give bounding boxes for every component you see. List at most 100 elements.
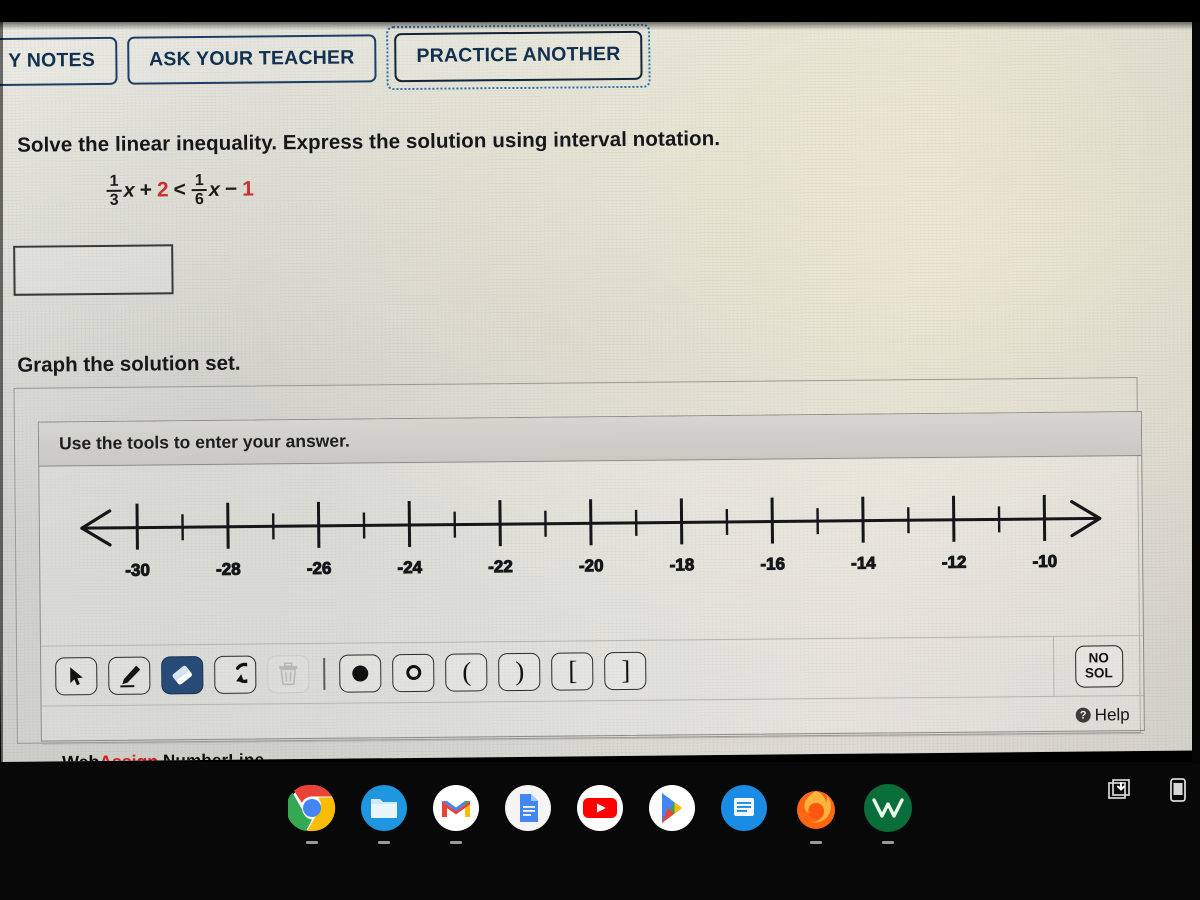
left-parenthesis-icon: (: [462, 656, 471, 687]
youtube-app[interactable]: [575, 783, 625, 833]
numberline-tick-label: -20: [579, 556, 604, 575]
numberline-tick-label: -28: [216, 560, 241, 579]
less-than-operator: <: [173, 178, 186, 202]
numberline-tick-label: -12: [942, 553, 967, 572]
chat-icon: [721, 785, 767, 831]
photo-right-bezel: [1192, 22, 1200, 764]
right-bracket-icon: ]: [621, 654, 630, 686]
gmail-icon: [433, 785, 479, 831]
webassign-logo: WebAssign: [62, 751, 158, 762]
play-store-icon: [649, 785, 695, 831]
numberline-tick-label: -30: [125, 561, 150, 580]
numberline-instruction-text: Use the tools to enter your answer.: [58, 430, 350, 454]
docs-app[interactable]: [503, 783, 553, 833]
ask-your-teacher-button[interactable]: ASK YOUR TEACHER: [126, 33, 377, 85]
numberline-tick-label: -16: [760, 554, 785, 573]
gmail-app[interactable]: [431, 783, 481, 844]
screen-capture-tray-icon[interactable]: [1106, 776, 1134, 804]
shelf-status-tray: [1106, 776, 1192, 804]
variable-x-second: x: [208, 178, 221, 201]
app-running-indicator: [810, 841, 822, 844]
app-running-indicator: [882, 841, 894, 844]
trash-icon: [279, 661, 298, 685]
question-prompt: Solve the linear inequality. Express the…: [17, 127, 721, 157]
left-bracket-icon: [: [568, 655, 577, 686]
app-running-indicator: [306, 841, 318, 844]
undo-arrow-icon: [236, 662, 248, 683]
numberline-tick-label: -24: [397, 558, 422, 577]
files-app[interactable]: [359, 783, 409, 844]
app-running-indicator: [450, 841, 462, 844]
help-link[interactable]: Help: [1095, 705, 1130, 725]
filled-circle-icon: [352, 664, 369, 682]
phone-hub-tray-icon[interactable]: [1164, 776, 1192, 804]
firefox-icon: [797, 791, 835, 829]
closed-dot-tool[interactable]: [339, 653, 382, 693]
chat-app[interactable]: [719, 783, 769, 833]
my-notes-button[interactable]: Y NOTES: [0, 36, 118, 87]
phone-icon: [1170, 778, 1186, 802]
photo-left-bezel: [0, 22, 3, 762]
constant-two: 2: [156, 178, 169, 202]
numberline-product-name: NumberLine: [162, 750, 265, 762]
desmos-icon: [864, 784, 912, 832]
shelf-app-list: [0, 768, 1200, 848]
toolbar-separator: [323, 657, 326, 690]
pen-tool[interactable]: [108, 656, 151, 695]
webassign-page: Y NOTES ASK YOUR TEACHER PRACTICE ANOTHE…: [0, 10, 1200, 762]
docs-icon: [505, 785, 551, 831]
numberline-tick-label: -18: [670, 555, 695, 574]
pointer-icon: [69, 666, 83, 685]
youtube-icon: [577, 785, 623, 831]
open-paren-right-tool[interactable]: ): [498, 652, 541, 691]
screenshot-root: Y NOTES ASK YOUR TEACHER PRACTICE ANOTHE…: [0, 0, 1200, 900]
minus-operator: −: [224, 177, 238, 202]
fraction-denominator: 3: [106, 190, 122, 210]
numberline-toolbar: ( ) [ ] NO SOL: [40, 635, 1144, 707]
numberline-tick-label: -26: [307, 559, 332, 578]
app-running-indicator: [378, 841, 390, 844]
pen-icon: [120, 665, 141, 687]
chromeos-shelf: [0, 762, 1200, 900]
fraction-denominator: 6: [191, 189, 207, 209]
constant-one: 1: [242, 177, 254, 201]
numberline-tick-label: -14: [851, 554, 876, 573]
eraser-icon: [172, 665, 192, 685]
eraser-tool[interactable]: [161, 655, 204, 694]
practice-another-button[interactable]: PRACTICE ANOTHER: [394, 30, 643, 82]
no-solution-line1: NO: [1088, 650, 1109, 666]
chrome-icon: [288, 784, 336, 832]
numberline-canvas[interactable]: -30 -28 -26 -24 -22 -20 -18 -16 -14 -12 -10: [39, 456, 1143, 647]
plus-operator: +: [139, 178, 153, 202]
inequality-expression: 1 3 x + 2 < 1 6 x − 1: [105, 172, 254, 210]
fraction-numerator: 1: [109, 172, 119, 190]
play-store-app[interactable]: [647, 783, 697, 833]
logo-web-text: Web: [62, 751, 100, 762]
open-paren-left-tool[interactable]: (: [445, 652, 488, 692]
no-solution-button[interactable]: NO SOL: [1074, 644, 1123, 688]
numberline-tick-label: -10: [1032, 552, 1057, 571]
bracket-right-tool[interactable]: ]: [604, 651, 647, 690]
open-circle-icon: [405, 664, 421, 681]
firefox-app[interactable]: [791, 783, 841, 844]
chrome-app[interactable]: [287, 783, 337, 844]
fraction-numerator: 1: [194, 171, 204, 190]
bracket-left-tool[interactable]: [: [551, 651, 594, 691]
files-icon: [361, 785, 407, 831]
undo-tool[interactable]: [214, 655, 257, 694]
numberline-widget: Use the tools to enter your answer. -30-…: [37, 411, 1145, 762]
screenshot-stack-icon: [1108, 779, 1130, 799]
pointer-tool[interactable]: [55, 656, 98, 695]
interval-notation-answer-input[interactable]: [13, 244, 174, 296]
desmos-app[interactable]: [863, 783, 913, 844]
numberline-graphic: -30 -28 -26 -24 -22 -20 -18 -16 -14 -12 -10: [80, 494, 1102, 580]
practice-another-focus-ring: PRACTICE ANOTHER: [386, 23, 651, 90]
help-question-icon: ?: [1075, 707, 1091, 723]
fraction-one-third: 1 3: [106, 172, 122, 210]
logo-assign-text: Assign: [99, 750, 159, 762]
photo-top-bezel: [0, 0, 1200, 22]
open-dot-tool[interactable]: [392, 653, 435, 692]
delete-tool[interactable]: [267, 654, 310, 693]
numberline-tick-label: -22: [488, 557, 513, 576]
right-parenthesis-icon: ): [515, 655, 524, 687]
